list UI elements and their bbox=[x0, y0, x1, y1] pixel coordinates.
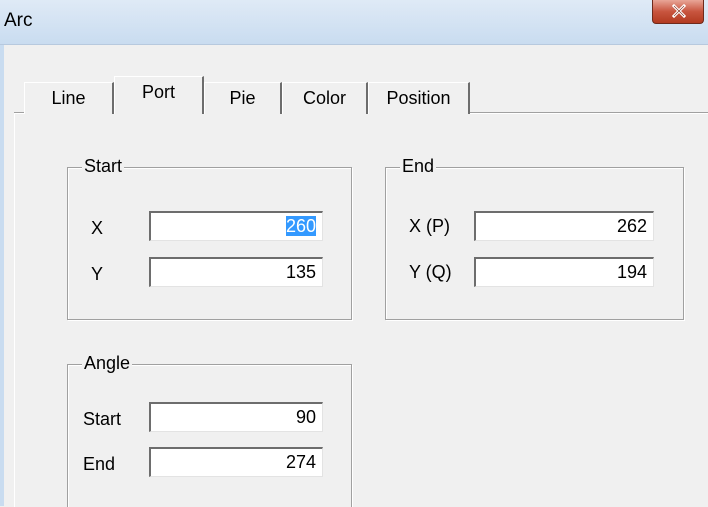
end-y-input[interactable]: 194 bbox=[474, 257, 654, 287]
tab-label: Position bbox=[386, 88, 451, 108]
angle-start-value: 90 bbox=[295, 407, 316, 427]
start-x-input[interactable]: 260 bbox=[149, 211, 323, 241]
end-x-input[interactable]: 262 bbox=[474, 211, 654, 241]
tab-label: Line bbox=[51, 88, 86, 108]
tab-label: Color bbox=[302, 88, 346, 108]
start-y-input[interactable]: 135 bbox=[149, 257, 323, 287]
angle-start-input[interactable]: 90 bbox=[149, 402, 323, 432]
tab-port[interactable]: Port bbox=[114, 76, 204, 114]
end-x-label: X (P) bbox=[409, 216, 451, 236]
title-bar: Arc bbox=[0, 0, 708, 45]
window-frame-edge bbox=[0, 45, 4, 506]
tab-color[interactable]: Color bbox=[282, 82, 368, 114]
end-y-value: 194 bbox=[616, 262, 647, 282]
angle-group-label: Angle bbox=[82, 353, 133, 374]
tab-label: Pie bbox=[229, 88, 256, 108]
angle-end-input[interactable]: 274 bbox=[149, 447, 323, 477]
start-x-value: 260 bbox=[285, 216, 316, 236]
end-group-label: End bbox=[400, 156, 437, 177]
start-y-value: 135 bbox=[285, 262, 316, 282]
tab-position[interactable]: Position bbox=[368, 82, 470, 114]
tab-label: Port bbox=[141, 82, 175, 102]
start-group-label: Start bbox=[82, 156, 125, 177]
tab-pie[interactable]: Pie bbox=[204, 82, 282, 114]
tab-line[interactable]: Line bbox=[24, 82, 114, 114]
end-x-value: 262 bbox=[616, 216, 647, 236]
start-x-label: X bbox=[91, 218, 104, 238]
angle-end-label: End bbox=[83, 454, 116, 474]
angle-groupbox: Angle bbox=[67, 353, 352, 507]
window-title: Arc bbox=[4, 10, 33, 31]
close-button[interactable] bbox=[652, 0, 704, 24]
end-groupbox: End bbox=[385, 156, 684, 320]
start-groupbox: Start bbox=[67, 156, 352, 320]
angle-end-value: 274 bbox=[285, 452, 316, 472]
end-y-label: Y (Q) bbox=[409, 262, 452, 282]
angle-start-label: Start bbox=[83, 409, 122, 429]
start-y-label: Y bbox=[91, 264, 104, 284]
close-icon bbox=[672, 4, 686, 18]
